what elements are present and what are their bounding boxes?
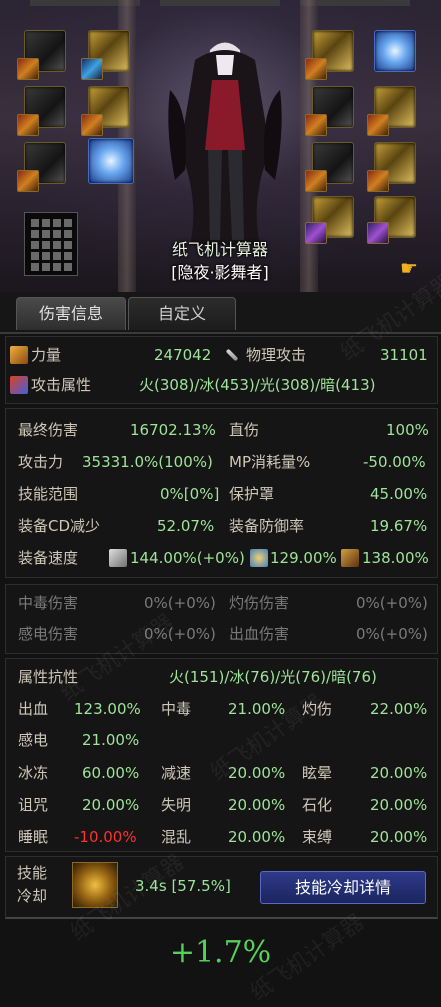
equip-enchant-badge [305, 170, 327, 192]
mp-cost-label: MP消耗量% [229, 453, 311, 471]
shock-damage-label: 感电伤害 [18, 625, 79, 643]
resist-value: 20.00% [82, 796, 140, 814]
resist-value: 21.00% [82, 731, 140, 749]
element-icon [10, 376, 28, 394]
skill-cooldown-label-line1: 技能 [17, 864, 48, 882]
resist-label: 减速 [161, 764, 192, 782]
phys-attack-value: 31101 [380, 346, 428, 364]
damage-stats-section: 最终伤害 16702.13% 直伤 100% 攻击力 35331.0%(100%… [5, 408, 438, 578]
resist-label: 中毒 [161, 700, 192, 718]
total-percent: +1.7% [169, 935, 272, 970]
stat-row: 最终伤害 16702.13% 直伤 100% [6, 415, 437, 445]
resistance-row: 诅咒 20.00% 失明 20.00% 石化 20.00% [6, 790, 437, 820]
attack-speed-value: 144.00%(+0%) [130, 549, 245, 567]
sword-icon [225, 348, 239, 362]
top-frame-center [160, 0, 280, 6]
resist-label: 感电 [18, 731, 49, 749]
shield-label: 保护罩 [229, 485, 275, 503]
resist-value: 123.00% [74, 700, 141, 718]
element-value: 火(308)/冰(453)/光(308)/暗(413) [139, 376, 376, 394]
phys-attack-label: 物理攻击 [246, 346, 307, 364]
mp-cost-value: -50.00% [363, 453, 426, 471]
bleed-damage-value: 0%(+0%) [356, 625, 428, 643]
resist-label: 石化 [302, 796, 333, 814]
resist-label: 眩晕 [302, 764, 333, 782]
skill-range-value: 0%[0%] [160, 485, 220, 503]
resist-value: 20.00% [370, 828, 428, 846]
equip-enchant-badge [81, 58, 103, 80]
character-panel: 纸飞机计算器 [隐夜·影舞者] ☛ [0, 0, 441, 292]
equipment-grid-button[interactable] [24, 212, 78, 276]
resist-value: 22.00% [370, 700, 428, 718]
strength-value: 247042 [154, 346, 212, 364]
status-row: 感电伤害 0%(+0%) 出血伤害 0%(+0%) [6, 619, 437, 649]
cast-speed-value: 129.00% [270, 549, 337, 567]
bleed-damage-label: 出血伤害 [229, 625, 290, 643]
direct-damage-label: 直伤 [229, 421, 260, 439]
element-resistance-value: 火(151)/冰(76)/光(76)/暗(76) [169, 668, 377, 686]
equip-enchant-badge [17, 58, 39, 80]
character-name: 纸飞机计算器 [171, 240, 268, 259]
resist-label: 冰冻 [18, 764, 49, 782]
character-figure [168, 42, 282, 245]
skill-cooldown-label-line2: 冷却 [17, 887, 48, 905]
attack-power-value: 35331.0%(100%) [82, 453, 213, 471]
speed-row: 装备速度 144.00%(+0%) 129.00% 138.00% [6, 543, 437, 573]
equip-enchant-badge [305, 114, 327, 136]
resist-label: 束缚 [302, 828, 333, 846]
poison-damage-label: 中毒伤害 [18, 594, 79, 612]
resist-label: 诅咒 [18, 796, 49, 814]
resist-label: 睡眠 [18, 828, 49, 846]
cast-speed-icon [250, 549, 268, 567]
equip-enchant-badge [305, 58, 327, 80]
resist-value: 20.00% [228, 828, 286, 846]
move-speed-icon [341, 549, 359, 567]
status-row: 中毒伤害 0%(+0%) 灼伤伤害 0%(+0%) [6, 588, 437, 618]
resist-value: 60.00% [82, 764, 140, 782]
equip-enchant-badge [367, 170, 389, 192]
burn-damage-label: 灼伤伤害 [229, 594, 290, 612]
equip-slot-pet[interactable] [88, 138, 134, 184]
tab-custom[interactable]: 自定义 [128, 297, 236, 330]
equip-enchant-badge [367, 222, 389, 244]
defense-rate-label: 装备防御率 [229, 517, 305, 535]
final-damage-label: 最终伤害 [18, 421, 79, 439]
equip-enchant-badge [17, 170, 39, 192]
tab-damage-info[interactable]: 伤害信息 [16, 297, 126, 330]
equip-enchant-badge [17, 114, 39, 136]
direct-damage-value: 100% [386, 421, 429, 439]
final-damage-value: 16702.13% [130, 421, 216, 439]
resist-value: 20.00% [370, 796, 428, 814]
attack-power-label: 攻击力 [18, 453, 64, 471]
skill-range-label: 技能范围 [18, 485, 79, 503]
element-row: 攻击属性 火(308)/冰(453)/光(308)/暗(413) [6, 370, 437, 400]
defense-rate-value: 19.67% [370, 517, 428, 535]
equip-slot-emblem[interactable] [374, 30, 416, 72]
stat-row: 技能范围 0%[0%] 保护罩 45.00% [6, 479, 437, 509]
character-class: [隐夜·影舞者] [171, 263, 269, 282]
pointing-hand-icon[interactable]: ☛ [400, 256, 418, 280]
resist-label: 失明 [161, 796, 192, 814]
stat-row: 攻击力 35331.0%(100%) MP消耗量% -50.00% [6, 447, 437, 477]
resist-value: 20.00% [228, 796, 286, 814]
attack-speed-icon [109, 549, 127, 567]
resist-label: 出血 [18, 700, 49, 718]
equip-enchant-badge [81, 114, 103, 136]
resist-value-negative: -10.00% [74, 828, 137, 846]
resist-value: 20.00% [370, 764, 428, 782]
equip-enchant-badge [367, 114, 389, 136]
burn-damage-value: 0%(+0%) [356, 594, 428, 612]
strength-label: 力量 [31, 346, 62, 364]
element-label: 攻击属性 [31, 376, 92, 394]
stat-row: 装备CD减少 52.07% 装备防御率 19.67% [6, 511, 437, 541]
strength-icon [10, 346, 28, 364]
skill-cooldown-detail-button[interactable]: 技能冷却详情 [260, 871, 426, 904]
cd-reduce-value: 52.07% [157, 517, 215, 535]
speed-label: 装备速度 [18, 549, 79, 567]
resistance-row: 睡眠 -10.00% 混乱 20.00% 束缚 20.00% [6, 822, 437, 852]
shield-value: 45.00% [370, 485, 428, 503]
move-speed-value: 138.00% [362, 549, 429, 567]
status-damage-section: 中毒伤害 0%(+0%) 灼伤伤害 0%(+0%) 感电伤害 0%(+0%) 出… [5, 584, 438, 654]
cd-reduce-label: 装备CD减少 [18, 517, 101, 535]
